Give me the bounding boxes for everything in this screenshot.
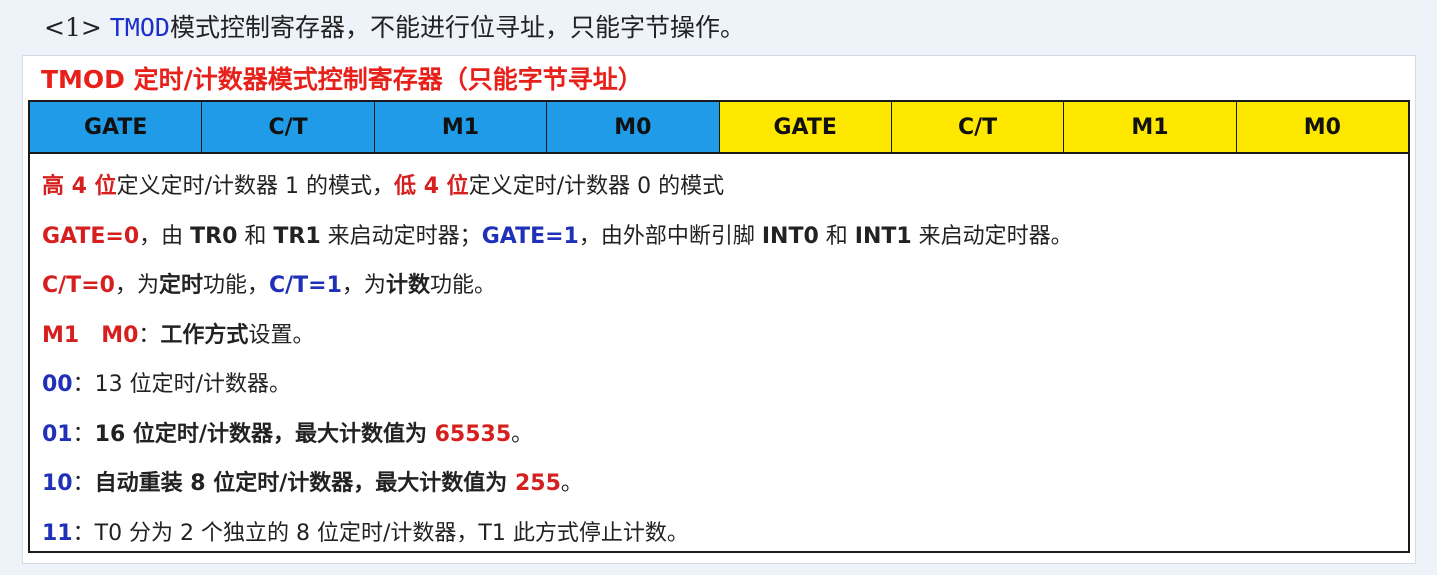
description-area: 高 4 位定义定时/计数器 1 的模式，低 4 位定义定时/计数器 0 的模式 … [30, 154, 1408, 558]
timing-label: 定时 [158, 273, 203, 298]
gate0-text-c: 来启动定时器； [320, 223, 482, 249]
mode-colon: ： [138, 322, 161, 348]
desc-line-mode-11: 11：T0 分为 2 个独立的 8 位定时/计数器，T1 此方式停止计数。 [42, 509, 1396, 559]
mode-10-text: 自动重装 8 位定时/计数器，最大计数值为 [94, 471, 515, 496]
mode-00-text: ：13 位定时/计数器。 [72, 372, 292, 397]
desc-line-nibbles: 高 4 位定义定时/计数器 1 的模式，低 4 位定义定时/计数器 0 的模式 [42, 162, 1396, 212]
mode-01-text: 16 位定时/计数器，最大计数值为 [94, 421, 435, 447]
register-table: GATE C/T M1 M0 GATE C/T M1 M0 高 4 位定义定时/… [28, 100, 1410, 553]
desc-line-ct: C/T=0，为定时功能，C/T=1，为计数功能。 [42, 261, 1396, 311]
gate0-text-b: 和 [237, 223, 274, 249]
mode-10-code: 10 [42, 471, 73, 496]
ct1-text: ，为 [341, 273, 386, 298]
int0-label: INT0 [761, 223, 819, 249]
desc-line-mode-10: 10：自动重装 8 位定时/计数器，最大计数值为 255。 [42, 459, 1396, 509]
panel-title: TMOD 定时/计数器模式控制寄存器（只能字节寻址） [41, 65, 643, 94]
heading-keyword: TMOD [109, 13, 170, 42]
high-nibble-label: 高 4 位 [42, 174, 117, 199]
ct1-function: 功能。 [429, 273, 496, 298]
int1-label: INT1 [854, 223, 912, 249]
desc-line-mode-bits: M1 M0：工作方式设置。 [42, 311, 1396, 361]
heading-prefix: <1> [44, 13, 110, 42]
gate1-text-c: 来启动定时器。 [911, 223, 1073, 249]
mode-01-code: 01 [42, 421, 73, 447]
bit-ct-timer1: C/T [202, 102, 375, 152]
heading-line: <1> TMOD模式控制寄存器，不能进行位寻址，只能字节操作。 [44, 8, 745, 44]
tr0-label: TR0 [190, 223, 238, 249]
ct0-label: C/T=0 [42, 273, 115, 298]
heading-rest: 模式控制寄存器，不能进行位寻址，只能字节操作。 [169, 13, 745, 42]
low-nibble-label: 低 4 位 [394, 174, 469, 199]
desc-line-gate: GATE=0，由 TR0 和 TR1 来启动定时器；GATE=1，由外部中断引脚… [42, 212, 1396, 262]
bit-gate-timer1: GATE [30, 102, 203, 152]
m1-m0-label: M1 M0 [42, 322, 139, 348]
mode-10-colon: ： [72, 471, 95, 496]
bit-m1-timer1: M1 [374, 102, 548, 152]
tr1-label: TR1 [273, 223, 321, 249]
ct0-text: ，为 [114, 273, 159, 298]
bit-m0-timer1: M0 [547, 102, 720, 152]
ct0-function: 功能， [202, 273, 269, 298]
counting-label: 计数 [385, 273, 430, 298]
low-nibble-text: 定义定时/计数器 0 的模式 [468, 174, 725, 199]
ct1-label: C/T=1 [268, 273, 342, 298]
bit-ct-timer0: C/T [891, 102, 1065, 152]
desc-line-mode-01: 01：16 位定时/计数器，最大计数值为 65535。 [42, 410, 1396, 460]
bit-m0-timer0: M0 [1236, 102, 1408, 152]
bit-gate-timer0: GATE [719, 102, 892, 152]
mode-setting-text: 设置。 [248, 322, 315, 348]
mode-01-colon: ： [72, 421, 95, 447]
gate0-text-a: ，由 [139, 223, 191, 249]
mode-01-max-value: 65535 [434, 421, 512, 447]
high-nibble-text: 定义定时/计数器 1 的模式， [116, 174, 395, 199]
work-mode-label: 工作方式 [160, 322, 249, 348]
mode-11-code: 11 [42, 520, 73, 546]
register-panel: TMOD 定时/计数器模式控制寄存器（只能字节寻址） GATE C/T M1 M… [22, 55, 1416, 564]
gate0-label: GATE=0 [42, 223, 140, 249]
mode-00-code: 00 [42, 372, 73, 397]
mode-01-end: 。 [511, 421, 534, 447]
mode-11-text: ：T0 分为 2 个独立的 8 位定时/计数器，T1 此方式停止计数。 [72, 520, 689, 546]
desc-line-mode-00: 00：13 位定时/计数器。 [42, 360, 1396, 410]
mode-10-max-value: 255 [514, 471, 561, 496]
register-bit-row: GATE C/T M1 M0 GATE C/T M1 M0 [30, 102, 1408, 154]
gate1-label: GATE=1 [481, 223, 579, 249]
mode-10-end: 。 [560, 471, 583, 496]
gate1-text-b: 和 [818, 223, 855, 249]
bit-m1-timer0: M1 [1064, 102, 1237, 152]
gate1-text-a: ，由外部中断引脚 [578, 223, 762, 249]
